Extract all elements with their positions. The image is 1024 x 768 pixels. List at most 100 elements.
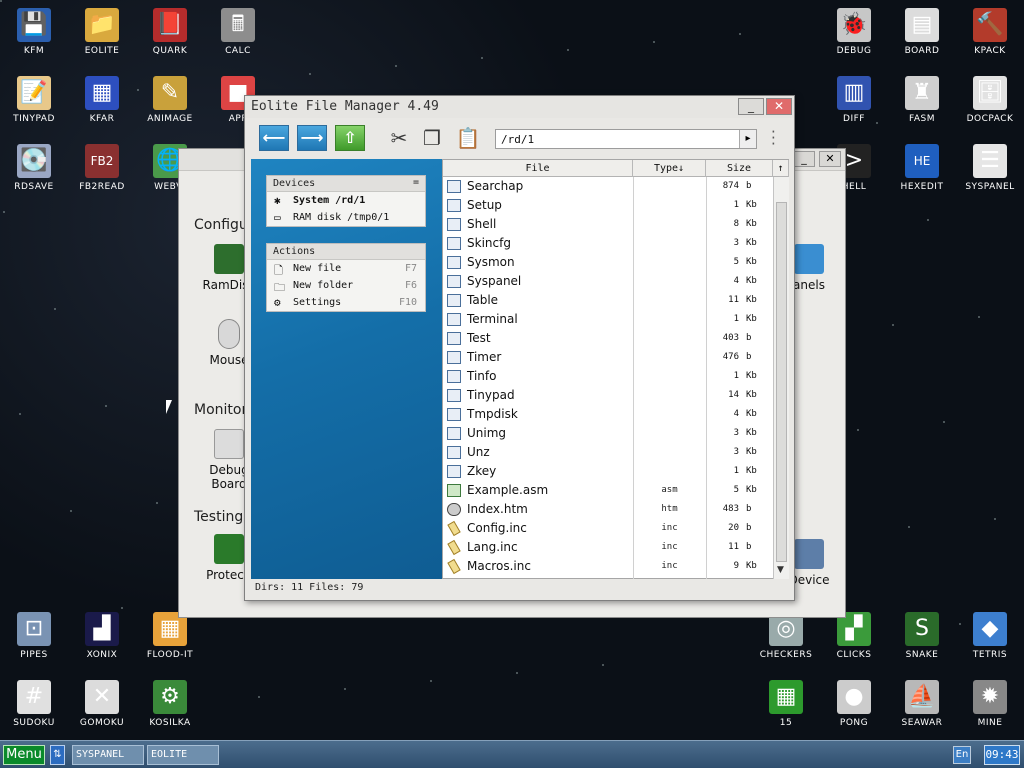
file-size-unit: Kb	[746, 409, 757, 419]
task-switch-icon[interactable]: ⇅	[50, 745, 65, 765]
desktop-icon-fb2read[interactable]: FB2 FB2READ	[68, 136, 136, 202]
section-monitoring: Monitori	[194, 402, 252, 418]
panels-icon	[794, 244, 824, 274]
forward-button[interactable]: ⟶	[297, 125, 327, 151]
file-row[interactable]: Zkey 1 Kb	[443, 462, 773, 481]
scroll-down-arrow[interactable]: ▼	[777, 565, 784, 575]
file-size-value: 3	[733, 238, 739, 248]
back-button[interactable]: ⟵	[259, 125, 289, 151]
desktop-icon-pong[interactable]: ● PONG	[820, 672, 888, 738]
file-size-value: 483	[722, 504, 739, 514]
file-row[interactable]: Example.asm asm 5 Kb	[443, 481, 773, 500]
desktop-icon-fifteen[interactable]: ▦ 15	[752, 672, 820, 738]
desktop-icon-fasm[interactable]: ♜ FASM	[888, 68, 956, 134]
file-size-value: 476	[722, 352, 739, 362]
minimize-button[interactable]: _	[738, 98, 764, 115]
file-row[interactable]: Unimg 3 Kb	[443, 424, 773, 443]
file-row[interactable]: Lang.inc inc 11 b	[443, 538, 773, 557]
desktop-icon-xonix[interactable]: ▟ XONIX	[68, 604, 136, 670]
file-row[interactable]: Syspanel 4 Kb	[443, 272, 773, 291]
file-row[interactable]: Config.inc inc 20 b	[443, 519, 773, 538]
file-row[interactable]: Terminal 1 Kb	[443, 310, 773, 329]
file-row[interactable]: Shell 8 Kb	[443, 215, 773, 234]
file-row[interactable]: Searchap 874 b	[443, 177, 773, 196]
more-menu-icon[interactable]: · · ·	[771, 125, 776, 152]
desktop-icon-sudoku[interactable]: # SUDOKU	[0, 672, 68, 738]
desktop-icon-kosilka[interactable]: ⚙ KOSILKA	[136, 672, 204, 738]
file-row[interactable]: Sysmon 5 Kb	[443, 253, 773, 272]
desktop-icon-quark[interactable]: 📕 QUARK	[136, 0, 204, 66]
system-disk-icon: ✱	[274, 194, 281, 207]
device-ramdisk[interactable]: ▭ RAM disk /tmp0/1	[267, 209, 425, 226]
file-row[interactable]: Macros.inc inc 9 Kb	[443, 557, 773, 576]
path-go-button[interactable]: ▸	[739, 130, 756, 148]
language-indicator[interactable]: En	[953, 746, 971, 764]
file-row[interactable]: Timer 476 b	[443, 348, 773, 367]
path-input[interactable]: /rd/1	[495, 129, 757, 149]
clock[interactable]: 09:43	[984, 745, 1020, 765]
device-system[interactable]: ✱ System /rd/1	[267, 192, 425, 209]
desktop-icon-tetris[interactable]: ◆ TETRIS	[956, 604, 1024, 670]
copy-icon[interactable]: ❐	[419, 125, 445, 151]
eolite-titlebar[interactable]: Eolite File Manager 4.49 _ ✕	[245, 96, 794, 118]
file-row[interactable]: Test 403 b	[443, 329, 773, 348]
desktop-icon-docpack[interactable]: 🗄 DOCPACK	[956, 68, 1024, 134]
file-row[interactable]: Tinfo 1 Kb	[443, 367, 773, 386]
file-size-value: 5	[733, 257, 739, 267]
floppy-icon: 💾	[17, 8, 51, 42]
file-row[interactable]: Index.htm htm 483 b	[443, 500, 773, 519]
file-row[interactable]: Skincfg 3 Kb	[443, 234, 773, 253]
desktop-icon-seawar[interactable]: ⛵ SEAWAR	[888, 672, 956, 738]
desktop-icon-debug[interactable]: 🐞 DEBUG	[820, 0, 888, 66]
file-row[interactable]: Table 11 Kb	[443, 291, 773, 310]
action-new-folder[interactable]: 🗀 New folder F6	[267, 277, 425, 294]
paste-icon[interactable]: 📋	[455, 125, 481, 151]
task-eolite[interactable]: EOLITE	[147, 745, 219, 765]
desktop-icon-label: KPACK	[974, 46, 1006, 56]
desktop-icon-snake[interactable]: S SNAKE	[888, 604, 956, 670]
desktop-icon-kfm[interactable]: 💾 KFM	[0, 0, 68, 66]
close-button[interactable]: ✕	[766, 98, 792, 115]
action-settings[interactable]: ⚙ Settings F10	[267, 294, 425, 311]
desktop-icon-pipes[interactable]: ⊡ PIPES	[0, 604, 68, 670]
file-row[interactable]: Setup 1 Kb	[443, 196, 773, 215]
cut-icon[interactable]: ✂	[386, 125, 412, 151]
desktop-icon-eolite[interactable]: 📁 EOLITE	[68, 0, 136, 66]
file-size-value: 3	[733, 447, 739, 457]
scroll-up-header[interactable]: ↑	[773, 160, 789, 177]
desktop-icon-tinypad[interactable]: 📝 TINYPAD	[0, 68, 68, 134]
file-name: Setup	[467, 198, 502, 212]
file-row[interactable]: Tinypad 14 Kb	[443, 386, 773, 405]
desktop-icon-diff[interactable]: ▥ DIFF	[820, 68, 888, 134]
desktop-icon-kfar[interactable]: ▦ KFAR	[68, 68, 136, 134]
desktop-icon-kpack[interactable]: 🔨 KPACK	[956, 0, 1024, 66]
desktop-icon-hexedit[interactable]: HE HEXEDIT	[888, 136, 956, 202]
devices-collapse-icon[interactable]: =	[413, 177, 419, 188]
syspanel-close-button[interactable]: ✕	[819, 151, 841, 167]
column-size[interactable]: Size	[706, 160, 773, 177]
app-file-icon	[447, 199, 461, 212]
action-new-file[interactable]: 🗋 New file F7	[267, 260, 425, 277]
desktop-icon-label: KFAR	[89, 114, 115, 124]
pipes-icon: ⊡	[17, 612, 51, 646]
column-file[interactable]: File	[443, 160, 633, 177]
desktop-icon-mine[interactable]: ✹ MINE	[956, 672, 1024, 738]
app-file-icon	[447, 275, 461, 288]
desktop-icon-animage[interactable]: ✎ ANIMAGE	[136, 68, 204, 134]
desktop-icon-syspanel[interactable]: ☰ SYSPANEL	[956, 136, 1024, 202]
column-type[interactable]: Type↓	[633, 160, 706, 177]
desktop-icon-gomoku[interactable]: ✕ GOMOKU	[68, 672, 136, 738]
up-button[interactable]: ⇧	[335, 125, 365, 151]
scrollbar-thumb[interactable]	[776, 202, 787, 562]
devices-header: Devices =	[267, 176, 425, 192]
desktop-icon-rdsave[interactable]: 💽 RDSAVE	[0, 136, 68, 202]
desktop-icon-board[interactable]: ▤ BOARD	[888, 0, 956, 66]
file-row[interactable]: Unz 3 Kb	[443, 443, 773, 462]
file-row[interactable]: Tmpdisk 4 Kb	[443, 405, 773, 424]
menu-button[interactable]: Menu	[3, 745, 45, 765]
desktop-icon-calc[interactable]: 🖩 CALC	[204, 0, 272, 66]
task-syspanel[interactable]: SYSPANEL	[72, 745, 144, 765]
syspanel-minimize-button[interactable]: _	[793, 151, 815, 167]
file-size-value: 874	[722, 181, 739, 191]
vertical-scrollbar[interactable]: ▼	[773, 177, 789, 579]
